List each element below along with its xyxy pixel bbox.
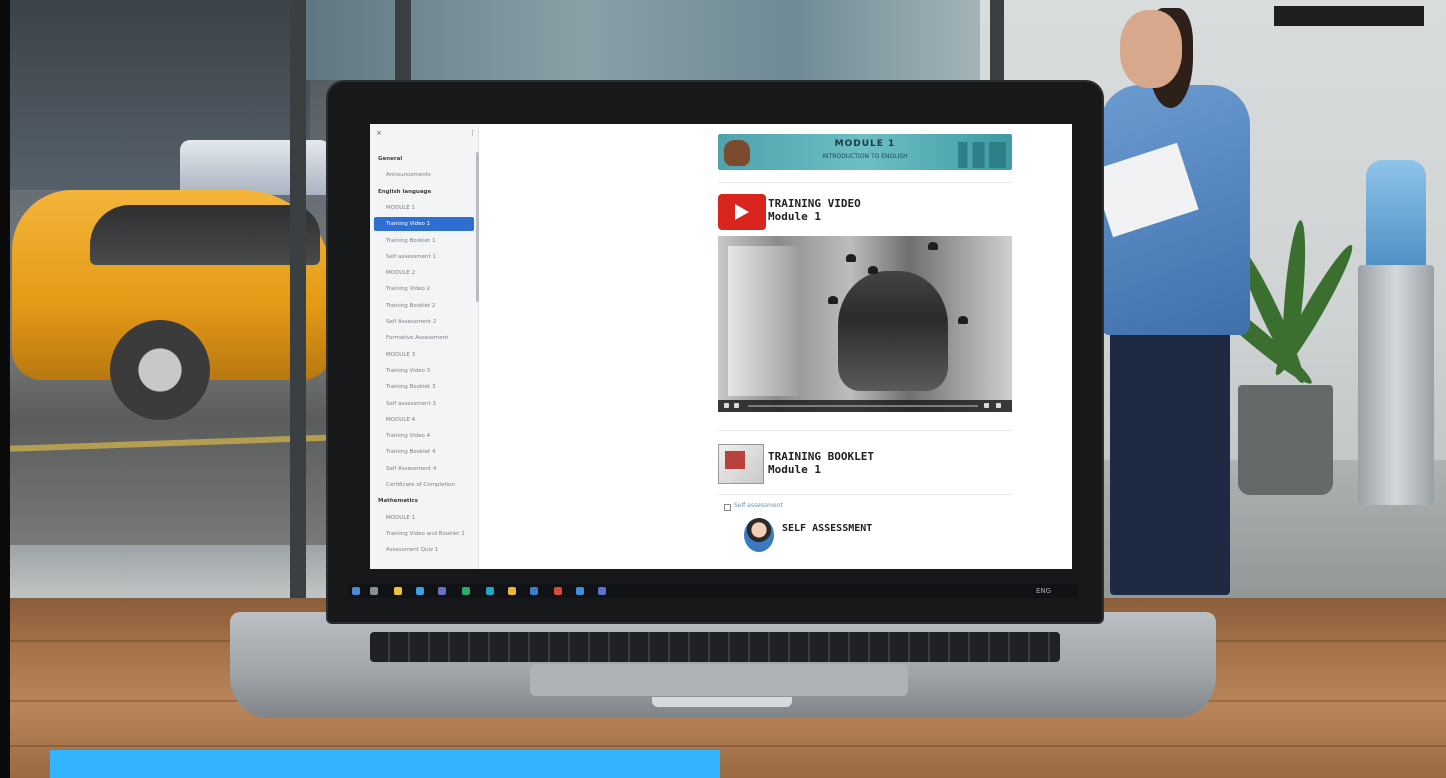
sidebar-item[interactable]: Formative Assessment xyxy=(386,331,470,345)
sidebar-item[interactable]: Self Assessment 2 xyxy=(386,315,470,329)
sidebar-item[interactable]: Training Video 2 xyxy=(386,282,470,296)
sidebar-section[interactable]: General xyxy=(378,152,470,166)
video-play-button[interactable] xyxy=(724,403,729,408)
browser-icon[interactable] xyxy=(486,587,494,595)
divider xyxy=(718,182,1012,183)
video-mural-girl xyxy=(838,271,948,391)
sidebar-item[interactable]: Training Booklet 4 xyxy=(386,445,470,459)
video-title[interactable]: TRAINING VIDEO xyxy=(768,197,861,210)
photo-scene: × ⋮ General Announcements English language… xyxy=(0,0,1446,778)
taskbar-app-icon[interactable] xyxy=(462,587,470,595)
sidebar-item[interactable]: Self Assessment 4 xyxy=(386,462,470,476)
divider xyxy=(718,494,1012,495)
water-cooler xyxy=(1358,160,1434,505)
video-volume-button[interactable] xyxy=(734,403,739,408)
caption-bar xyxy=(50,750,720,778)
taxi-wheel xyxy=(110,320,210,420)
taskbar-app-icon[interactable] xyxy=(508,587,516,595)
booklet-icon[interactable] xyxy=(718,444,764,484)
taskbar-app-icon[interactable] xyxy=(416,587,424,595)
folder-icon[interactable] xyxy=(394,587,402,595)
sidebar-section[interactable]: English language xyxy=(378,185,470,199)
laptop-screen: × ⋮ General Announcements English language… xyxy=(370,124,1072,569)
butterfly-icon xyxy=(828,296,838,304)
sidebar-item[interactable]: Training Video and Booklet 1 xyxy=(386,527,470,541)
sidebar-item[interactable]: MODULE 1 xyxy=(386,511,470,525)
sidebar-item[interactable]: Self assessment 1 xyxy=(386,250,470,264)
completion-checkbox[interactable] xyxy=(724,504,731,511)
woman-pants xyxy=(1110,330,1230,595)
sidebar-item[interactable]: Training Video 4 xyxy=(386,429,470,443)
taskbar-app-icon[interactable] xyxy=(370,587,378,595)
taskbar-app-icon[interactable] xyxy=(576,587,584,595)
taxi-window xyxy=(90,205,320,265)
close-icon[interactable]: × xyxy=(376,129,382,137)
booklet-module-label: Module 1 xyxy=(768,463,821,476)
taskbar-app-icon[interactable] xyxy=(438,587,446,595)
video-fullscreen-button[interactable] xyxy=(996,403,1001,408)
taskbar-app-icon[interactable] xyxy=(530,587,538,595)
laptop-trackpad xyxy=(530,664,908,696)
sidebar-item[interactable]: Training Video 3 xyxy=(386,364,470,378)
wall-screen xyxy=(1274,6,1424,26)
sidebar-item[interactable]: MODULE 3 xyxy=(386,348,470,362)
banner-subtitle: INTRODUCTION TO ENGLISH xyxy=(822,153,908,160)
self-assessment-title[interactable]: SELF ASSESSMENT xyxy=(782,522,872,535)
taskbar-app-icon[interactable] xyxy=(598,587,606,595)
self-assessment-tag[interactable]: Self assessment xyxy=(734,502,783,509)
sidebar-item[interactable]: Assessment Quiz 1 xyxy=(386,543,470,557)
taskbar-language[interactable]: ENG xyxy=(1036,584,1051,598)
sidebar-item[interactable]: MODULE 2 xyxy=(386,266,470,280)
water-bottle xyxy=(1366,160,1426,270)
video-progress-bar[interactable] xyxy=(748,405,978,407)
sidebar-item[interactable]: Training Booklet 3 xyxy=(386,380,470,394)
woman-head xyxy=(1120,10,1182,88)
sidebar-item[interactable]: Training Booklet 2 xyxy=(386,299,470,313)
more-menu-icon[interactable]: ⋮ xyxy=(469,129,476,137)
taskbar-app-icon[interactable] xyxy=(554,587,562,595)
video-settings-button[interactable] xyxy=(984,403,989,408)
sidebar-section[interactable]: Mathematics xyxy=(378,494,470,508)
sidebar-item[interactable]: Training Video 1 xyxy=(374,217,474,232)
sidebar-item[interactable]: MODULE 4 xyxy=(386,413,470,427)
graduate-avatar-icon xyxy=(744,518,774,552)
sidebar-item[interactable]: Certificate of Completion xyxy=(386,478,470,492)
butterfly-icon xyxy=(846,254,856,262)
video-module-label: Module 1 xyxy=(768,210,821,223)
taxi-roof-sign xyxy=(180,140,330,195)
sidebar-item[interactable]: Self assessment 3 xyxy=(386,397,470,411)
sidebar-scrollbar[interactable] xyxy=(476,152,479,302)
sidebar-item[interactable]: MODULE 1 xyxy=(386,201,470,215)
play-icon[interactable] xyxy=(718,194,766,230)
course-sidebar: × ⋮ General Announcements English language… xyxy=(370,124,479,569)
laptop-keyboard xyxy=(370,632,1060,662)
butterfly-icon xyxy=(958,316,968,324)
laptop-notch xyxy=(652,697,792,707)
divider xyxy=(718,430,1012,431)
butterfly-icon xyxy=(928,242,938,250)
booklet-title[interactable]: TRAINING BOOKLET xyxy=(768,450,874,463)
module-banner: MODULE 1 INTRODUCTION TO ENGLISH xyxy=(718,134,1012,170)
butterfly-icon xyxy=(868,266,878,274)
wood-grain xyxy=(10,745,1446,747)
walking-woman xyxy=(1091,8,1290,600)
sidebar-item[interactable]: Announcements xyxy=(386,168,470,182)
banner-title: MODULE 1 xyxy=(834,139,896,149)
window-mullion xyxy=(290,0,306,600)
os-taskbar xyxy=(348,584,1078,598)
left-edge-bar xyxy=(0,0,10,778)
sidebar-item[interactable]: Training Booklet 1 xyxy=(386,234,470,248)
video-building xyxy=(728,246,798,396)
cooler-body xyxy=(1358,265,1434,505)
training-video-player[interactable] xyxy=(718,236,1012,412)
start-icon[interactable] xyxy=(352,587,360,595)
